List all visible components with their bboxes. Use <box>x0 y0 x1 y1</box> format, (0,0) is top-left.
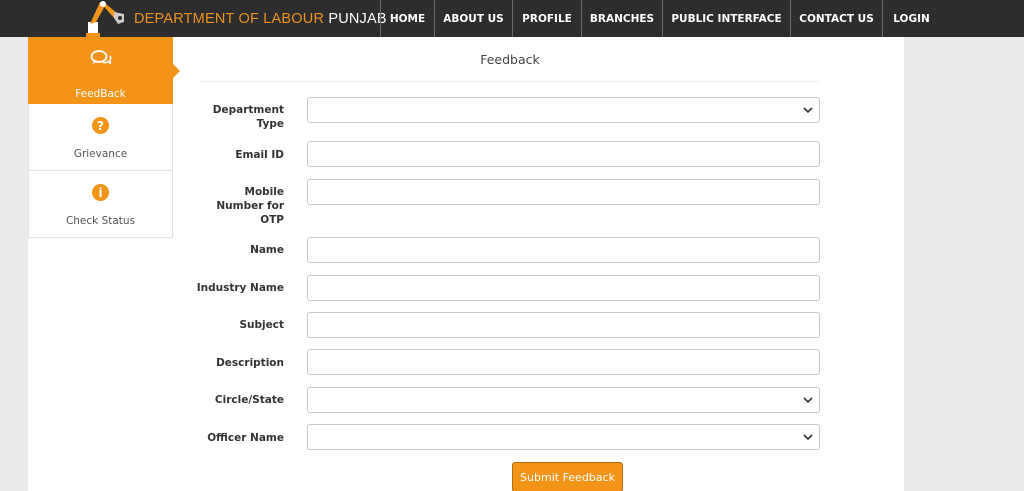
subject-label: Subject <box>239 319 284 331</box>
description-field[interactable] <box>307 349 820 375</box>
department-type-select[interactable] <box>307 97 820 123</box>
brand[interactable]: DEPARTMENT OF LABOUR PUNJAB <box>84 0 387 37</box>
mobile-label-line-1: Mobile <box>244 186 285 198</box>
nav-login[interactable]: LOGIN <box>882 0 940 37</box>
nav-profile[interactable]: PROFILE <box>512 0 581 37</box>
chevron-down-icon <box>803 107 813 114</box>
email-label: Email ID <box>235 149 284 161</box>
chat-bubbles-icon <box>90 50 112 71</box>
brand-title-secondary: PUNJAB <box>328 10 387 27</box>
name-label: Name <box>250 244 284 256</box>
email-field[interactable] <box>307 141 820 167</box>
tab-check-status-label: Check Status <box>65 215 136 227</box>
circle-state-select[interactable] <box>307 387 820 413</box>
question-circle-icon: ? <box>92 117 109 134</box>
department-type-label-line-1: Department <box>212 104 284 116</box>
tab-feedback[interactable]: FeedBack <box>28 37 180 104</box>
tab-grievance[interactable]: ? Grievance <box>28 104 173 171</box>
chevron-down-icon <box>803 434 813 441</box>
description-label: Description <box>216 357 284 369</box>
robot-arm-logo-icon <box>84 0 126 37</box>
name-field[interactable] <box>307 237 820 263</box>
tab-feedback-label: FeedBack <box>75 88 126 100</box>
content-panel: FeedBack ? Grievance i Check Status Feed… <box>28 37 904 491</box>
brand-title: DEPARTMENT OF LABOUR PUNJAB <box>134 11 387 27</box>
info-circle-icon: i <box>92 184 109 201</box>
mobile-field[interactable] <box>307 179 820 205</box>
nav-public-interface[interactable]: PUBLIC INTERFACE <box>662 0 790 37</box>
nav-home[interactable]: HOME <box>380 0 434 37</box>
nav-contact-us[interactable]: CONTACT US <box>790 0 882 37</box>
tab-check-status[interactable]: i Check Status <box>28 171 173 238</box>
officer-name-select[interactable] <box>307 424 820 450</box>
circle-state-label: Circle/State <box>214 394 284 406</box>
department-type-label-line-2: Type <box>256 118 284 130</box>
submit-feedback-button[interactable]: Submit Feedback <box>512 462 623 491</box>
nav-branches[interactable]: BRANCHES <box>581 0 662 37</box>
sidebar: FeedBack ? Grievance i Check Status <box>28 37 180 238</box>
industry-name-field[interactable] <box>307 275 820 301</box>
nav-about-us[interactable]: ABOUT US <box>434 0 512 37</box>
brand-title-primary: DEPARTMENT OF LABOUR <box>134 10 329 27</box>
form-title: Feedback <box>200 37 820 82</box>
mobile-label-line-3: OTP <box>260 214 284 226</box>
industry-name-label: Industry Name <box>196 282 284 294</box>
top-navbar: DEPARTMENT OF LABOUR PUNJAB HOME ABOUT U… <box>0 0 1024 37</box>
department-type-label: Department Type <box>188 103 284 131</box>
chevron-down-icon <box>803 397 813 404</box>
officer-name-label: Officer Name <box>207 432 284 444</box>
main-nav: HOME ABOUT US PROFILE BRANCHES PUBLIC IN… <box>380 0 940 37</box>
tab-grievance-label: Grievance <box>73 148 128 160</box>
mobile-label-line-2: Number for <box>216 200 284 212</box>
subject-field[interactable] <box>307 312 820 338</box>
mobile-label: Mobile Number for OTP <box>188 185 284 227</box>
